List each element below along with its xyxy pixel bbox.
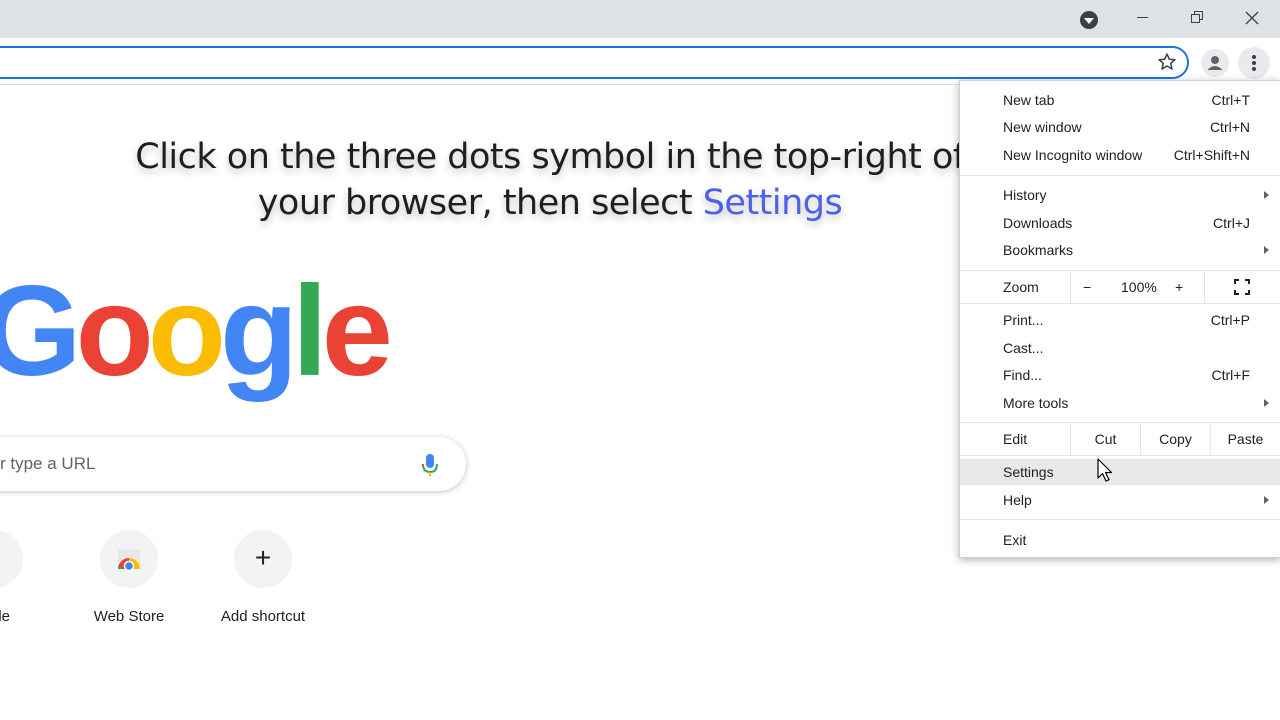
profile-avatar-button[interactable] — [1201, 49, 1229, 77]
minimize-icon — [1137, 17, 1148, 18]
menu-item-label: Find... — [1003, 367, 1042, 383]
menu-item-label: Cast... — [1003, 340, 1044, 356]
menu-item-downloads[interactable]: Downloads Ctrl+J — [960, 210, 1280, 236]
edit-label: Edit — [1003, 431, 1028, 447]
submenu-arrow-icon — [1264, 496, 1269, 504]
shortcut-label: Add shortcut — [220, 608, 306, 625]
chrome-web-store-icon — [100, 530, 158, 588]
address-bar[interactable] — [0, 46, 1189, 79]
menu-item-new-incognito[interactable]: New Incognito window Ctrl+Shift+N — [960, 142, 1280, 168]
google-g-icon — [0, 530, 23, 588]
zoom-in-button[interactable]: + — [1175, 271, 1183, 303]
menu-separator — [960, 455, 1280, 456]
instruction-line-1: Click on the three dots symbol in the to… — [135, 137, 965, 177]
instruction-caption: Click on the three dots symbol in the to… — [100, 134, 1000, 226]
title-bar — [0, 0, 1280, 38]
menu-item-settings[interactable]: Settings — [960, 459, 1280, 485]
three-dots-icon — [1252, 55, 1256, 59]
menu-item-label: Settings — [1003, 464, 1054, 480]
menu-item-shortcut: Ctrl+T — [1211, 92, 1251, 108]
search-placeholder: r type a URL — [0, 454, 96, 473]
menu-item-shortcut: Ctrl+Shift+N — [1173, 147, 1250, 163]
menu-zoom-row: Zoom − 100% + — [960, 271, 1280, 303]
logo-letter: o — [75, 260, 154, 403]
submenu-arrow-icon — [1264, 191, 1269, 199]
microphone-icon[interactable] — [420, 452, 440, 478]
close-window-button[interactable] — [1224, 0, 1280, 36]
google-g-glyph — [0, 530, 23, 588]
paste-button[interactable]: Paste — [1210, 423, 1280, 455]
logo-letter: G — [0, 260, 82, 403]
menu-item-label: More tools — [1003, 395, 1069, 411]
menu-item-label: Bookmarks — [1003, 242, 1074, 258]
menu-edit-row: Edit Cut Copy Paste — [960, 423, 1280, 455]
plus-icon: + — [234, 530, 292, 588]
logo-letter: l — [292, 260, 327, 403]
menu-item-bookmarks[interactable]: Bookmarks — [960, 237, 1280, 263]
chrome-main-menu: New tab Ctrl+T New window Ctrl+N New Incog… — [959, 80, 1280, 558]
menu-item-label: History — [1003, 187, 1047, 203]
menu-item-new-window[interactable]: New window Ctrl+N — [960, 114, 1280, 140]
browser-toolbar — [0, 38, 1280, 85]
person-icon — [1207, 56, 1223, 70]
fullscreen-icon[interactable] — [1234, 279, 1250, 295]
minimize-button[interactable] — [1114, 0, 1170, 36]
menu-item-label: New tab — [1003, 92, 1055, 108]
instruction-highlight: Settings — [702, 183, 843, 223]
menu-item-shortcut: Ctrl+J — [1213, 215, 1250, 231]
instruction-line-2: your browser, then select Settings — [100, 180, 1000, 226]
mouse-pointer-icon — [1097, 458, 1113, 482]
google-logo: Google — [0, 267, 393, 397]
menu-item-shortcut: Ctrl+P — [1210, 312, 1250, 328]
menu-item-help[interactable]: Help — [960, 487, 1280, 513]
menu-item-label: New Incognito window — [1003, 147, 1143, 163]
logo-letter: e — [321, 260, 393, 403]
restore-button[interactable] — [1169, 0, 1225, 36]
submenu-arrow-icon — [1264, 246, 1269, 254]
menu-item-find[interactable]: Find... Ctrl+F — [960, 362, 1280, 388]
browser-window: Click on the three dots symbol in the to… — [0, 0, 1280, 720]
restore-icon — [1191, 14, 1200, 23]
menu-separator — [960, 519, 1280, 520]
menu-item-shortcut: Ctrl+F — [1211, 367, 1251, 383]
shortcut-label: Web Store — [93, 608, 165, 625]
logo-letter: o — [147, 260, 226, 403]
copy-button[interactable]: Copy — [1140, 423, 1210, 455]
close-icon — [1245, 11, 1259, 25]
menu-separator — [960, 303, 1280, 304]
zoom-controls: − 100% + — [1070, 271, 1205, 303]
menu-item-shortcut: Ctrl+N — [1209, 119, 1250, 135]
instruction-line-2-text: your browser, then select — [257, 183, 703, 223]
submenu-arrow-icon — [1264, 399, 1269, 407]
menu-item-label: Print... — [1003, 312, 1044, 328]
bookmark-star-icon[interactable] — [1157, 52, 1177, 72]
menu-item-exit[interactable]: Exit — [960, 527, 1280, 553]
menu-item-print[interactable]: Print... Ctrl+P — [960, 307, 1280, 333]
menu-item-cast[interactable]: Cast... — [960, 335, 1280, 361]
menu-item-history[interactable]: History — [960, 182, 1280, 208]
menu-separator — [960, 175, 1280, 176]
logo-letter: g — [219, 260, 298, 403]
cut-button[interactable]: Cut — [1070, 423, 1140, 455]
zoom-label: Zoom — [1003, 279, 1039, 295]
menu-item-new-tab[interactable]: New tab Ctrl+T — [960, 87, 1280, 113]
menu-item-label: Help — [1003, 492, 1032, 508]
menu-item-more-tools[interactable]: More tools — [960, 390, 1280, 416]
menu-item-label: Exit — [1003, 532, 1027, 548]
tab-search-dropdown-icon[interactable] — [1080, 11, 1098, 29]
zoom-level: 100% — [1121, 279, 1157, 295]
zoom-out-button[interactable]: − — [1083, 271, 1091, 303]
chrome-menu-button[interactable] — [1238, 47, 1270, 79]
menu-item-label: New window — [1003, 119, 1082, 135]
web-store-glyph — [118, 549, 140, 572]
menu-item-label: Downloads — [1003, 215, 1073, 231]
